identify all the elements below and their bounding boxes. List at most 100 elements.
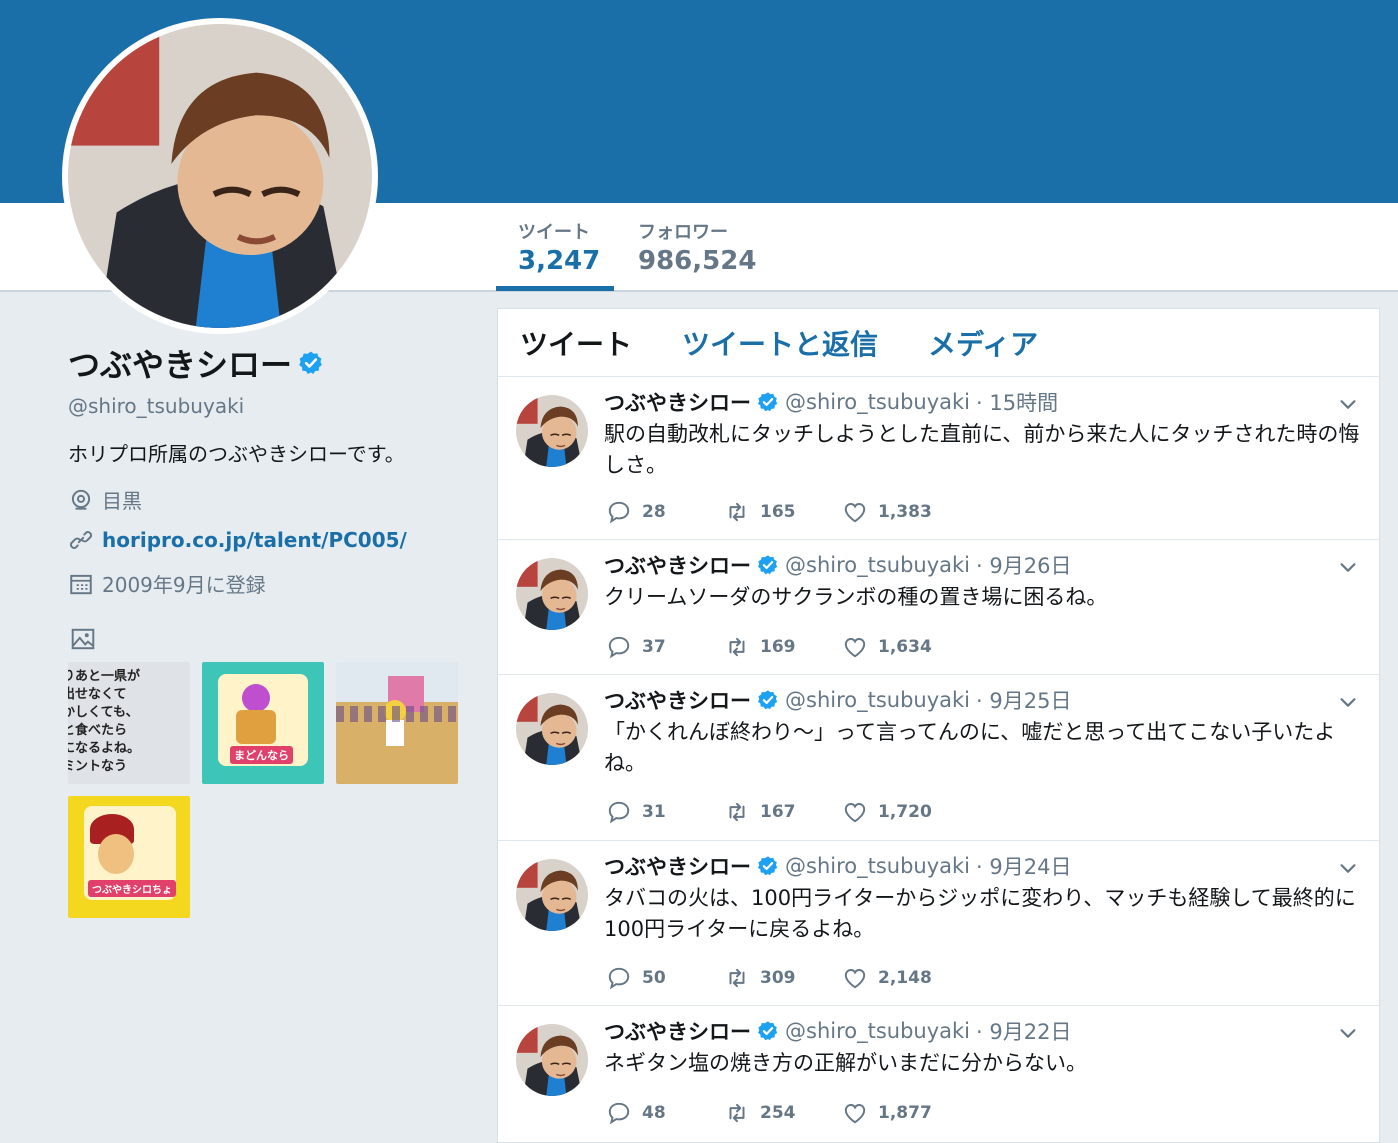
retweet-button[interactable]: 165 xyxy=(724,499,842,525)
tweet[interactable]: つぶやきシロー @shiro_tsubuyaki · 9月25日 「かくれんぼ終… xyxy=(498,675,1379,841)
tweet-author-name[interactable]: つぶやきシロー xyxy=(604,851,751,881)
tweet-author-name[interactable]: つぶやきシロー xyxy=(604,685,751,715)
like-count: 1,720 xyxy=(878,802,932,822)
tweet-avatar[interactable] xyxy=(516,558,588,630)
thumbnail-character-face xyxy=(98,834,134,874)
chevron-down-icon[interactable] xyxy=(1337,857,1359,879)
image-icon[interactable] xyxy=(70,626,96,652)
like-button[interactable]: 1,877 xyxy=(842,1100,960,1126)
timeline-tabs: ツイート ツイートと返信 メディア xyxy=(498,309,1379,377)
thumbnail-character-body xyxy=(236,710,276,744)
avatar-photo xyxy=(516,395,588,467)
reply-button[interactable]: 31 xyxy=(606,799,724,825)
media-thumbnail-caption: りあと一県が 出せなくて かしくても、 と食べたら になるよね。 ミントなう xyxy=(68,669,141,774)
media-thumbnail[interactable]: まどんなら xyxy=(202,662,324,784)
tweet-text: 「かくれんぼ終わり〜」って言ってんのに、嘘だと思って出てこない子いたよね。 xyxy=(604,720,1336,775)
like-icon xyxy=(842,1100,868,1126)
tweet-author-name[interactable]: つぶやきシロー xyxy=(604,1016,751,1046)
thumbnail-character-head xyxy=(242,684,270,712)
reply-count: 48 xyxy=(642,1103,666,1123)
tweet-author-handle[interactable]: @shiro_tsubuyaki xyxy=(785,390,970,414)
like-button[interactable]: 1,634 xyxy=(842,634,960,660)
tab-tweets[interactable]: ツイート xyxy=(520,323,632,363)
tweet-actions: 37 169 1,634 xyxy=(606,634,960,660)
chevron-down-icon[interactable] xyxy=(1337,556,1359,578)
retweet-button[interactable]: 169 xyxy=(724,634,842,660)
tweet-actions: 31 167 1,720 xyxy=(606,799,960,825)
stat-tweets-label: ツイート xyxy=(518,222,590,243)
verified-badge-icon xyxy=(757,855,779,877)
media-thumbnail[interactable] xyxy=(336,662,458,784)
media-thumbnail[interactable]: つぶやきシロちょ xyxy=(68,796,190,918)
thumbnail-crowd xyxy=(336,706,458,722)
like-icon xyxy=(842,799,868,825)
retweet-count: 309 xyxy=(760,968,796,988)
retweet-button[interactable]: 309 xyxy=(724,965,842,991)
profile-avatar[interactable] xyxy=(62,18,378,334)
verified-badge-icon xyxy=(757,1020,779,1042)
calendar-icon xyxy=(70,574,92,594)
reply-button[interactable]: 50 xyxy=(606,965,724,991)
tweet-timestamp[interactable]: · 9月22日 xyxy=(976,1016,1071,1046)
like-count: 1,877 xyxy=(878,1103,932,1123)
tweet-timestamp[interactable]: · 9月24日 xyxy=(976,851,1071,881)
profile-website-link[interactable]: horipro.co.jp/talent/PC005/ xyxy=(102,528,407,552)
profile-joined-text: 2009年9月に登録 xyxy=(102,573,266,597)
tweet-timestamp[interactable]: · 9月25日 xyxy=(976,685,1071,715)
like-count: 1,634 xyxy=(878,637,932,657)
tweet-author-name[interactable]: つぶやきシロー xyxy=(604,550,751,580)
tweet-avatar[interactable] xyxy=(516,395,588,467)
chevron-down-icon[interactable] xyxy=(1337,691,1359,713)
stat-tweets-value: 3,247 xyxy=(518,246,601,276)
reply-button[interactable]: 37 xyxy=(606,634,724,660)
like-button[interactable]: 2,148 xyxy=(842,965,960,991)
retweet-button[interactable]: 254 xyxy=(724,1100,842,1126)
retweet-button[interactable]: 167 xyxy=(724,799,842,825)
chevron-down-icon[interactable] xyxy=(1337,1022,1359,1044)
profile-bio: ホリプロ所属のつぶやきシローです。 xyxy=(68,442,405,466)
retweet-count: 167 xyxy=(760,802,796,822)
tweet-author-handle[interactable]: @shiro_tsubuyaki xyxy=(785,688,970,712)
tweet-actions: 28 165 1,383 xyxy=(606,499,960,525)
tweet-header: つぶやきシロー @shiro_tsubuyaki · 15時間 xyxy=(604,387,1058,417)
retweet-count: 169 xyxy=(760,637,796,657)
retweet-icon xyxy=(724,799,750,825)
profile-handle: @shiro_tsubuyaki xyxy=(68,394,245,418)
verified-badge-icon xyxy=(757,554,779,576)
chevron-down-icon[interactable] xyxy=(1337,393,1359,415)
like-icon xyxy=(842,965,868,991)
media-thumbnail-caption: まどんなら xyxy=(230,746,293,764)
tweet-timestamp[interactable]: · 15時間 xyxy=(976,387,1058,417)
avatar-photo xyxy=(516,693,588,765)
tweet[interactable]: つぶやきシロー @shiro_tsubuyaki · 9月26日 クリームソーダ… xyxy=(498,540,1379,675)
tweet[interactable]: つぶやきシロー @shiro_tsubuyaki · 15時間 駅の自動改札にタ… xyxy=(498,377,1379,540)
reply-button[interactable]: 48 xyxy=(606,1100,724,1126)
tweet-avatar[interactable] xyxy=(516,1024,588,1096)
reply-icon xyxy=(606,1100,632,1126)
tweet-author-handle[interactable]: @shiro_tsubuyaki xyxy=(785,854,970,878)
tweet-actions: 48 254 1,877 xyxy=(606,1100,960,1126)
stat-tweets[interactable]: ツイート 3,247 xyxy=(518,218,600,276)
tab-tweets-and-replies[interactable]: ツイートと返信 xyxy=(682,323,878,363)
retweet-icon xyxy=(724,634,750,660)
reply-icon xyxy=(606,799,632,825)
reply-icon xyxy=(606,499,632,525)
verified-badge-icon xyxy=(757,689,779,711)
tab-media[interactable]: メディア xyxy=(928,323,1038,363)
reply-button[interactable]: 28 xyxy=(606,499,724,525)
tweet-author-handle[interactable]: @shiro_tsubuyaki xyxy=(785,553,970,577)
tweet-timestamp[interactable]: · 9月26日 xyxy=(976,550,1071,580)
tweet-avatar[interactable] xyxy=(516,693,588,765)
thumbnail-character-body xyxy=(386,720,404,746)
verified-badge-icon xyxy=(757,391,779,413)
like-button[interactable]: 1,720 xyxy=(842,799,960,825)
like-button[interactable]: 1,383 xyxy=(842,499,960,525)
stat-followers[interactable]: フォロワー 986,524 xyxy=(638,218,756,276)
reply-count: 37 xyxy=(642,637,666,657)
tweet-avatar[interactable] xyxy=(516,859,588,931)
media-thumbnail[interactable]: りあと一県が 出せなくて かしくても、 と食べたら になるよね。 ミントなう xyxy=(68,662,190,784)
tweet-author-name[interactable]: つぶやきシロー xyxy=(604,387,751,417)
tweet[interactable]: つぶやきシロー @shiro_tsubuyaki · 9月24日 タバコの火は、… xyxy=(498,841,1379,1006)
tweet[interactable]: つぶやきシロー @shiro_tsubuyaki · 9月22日 ネギタン塩の焼… xyxy=(498,1006,1379,1142)
tweet-author-handle[interactable]: @shiro_tsubuyaki xyxy=(785,1019,970,1043)
